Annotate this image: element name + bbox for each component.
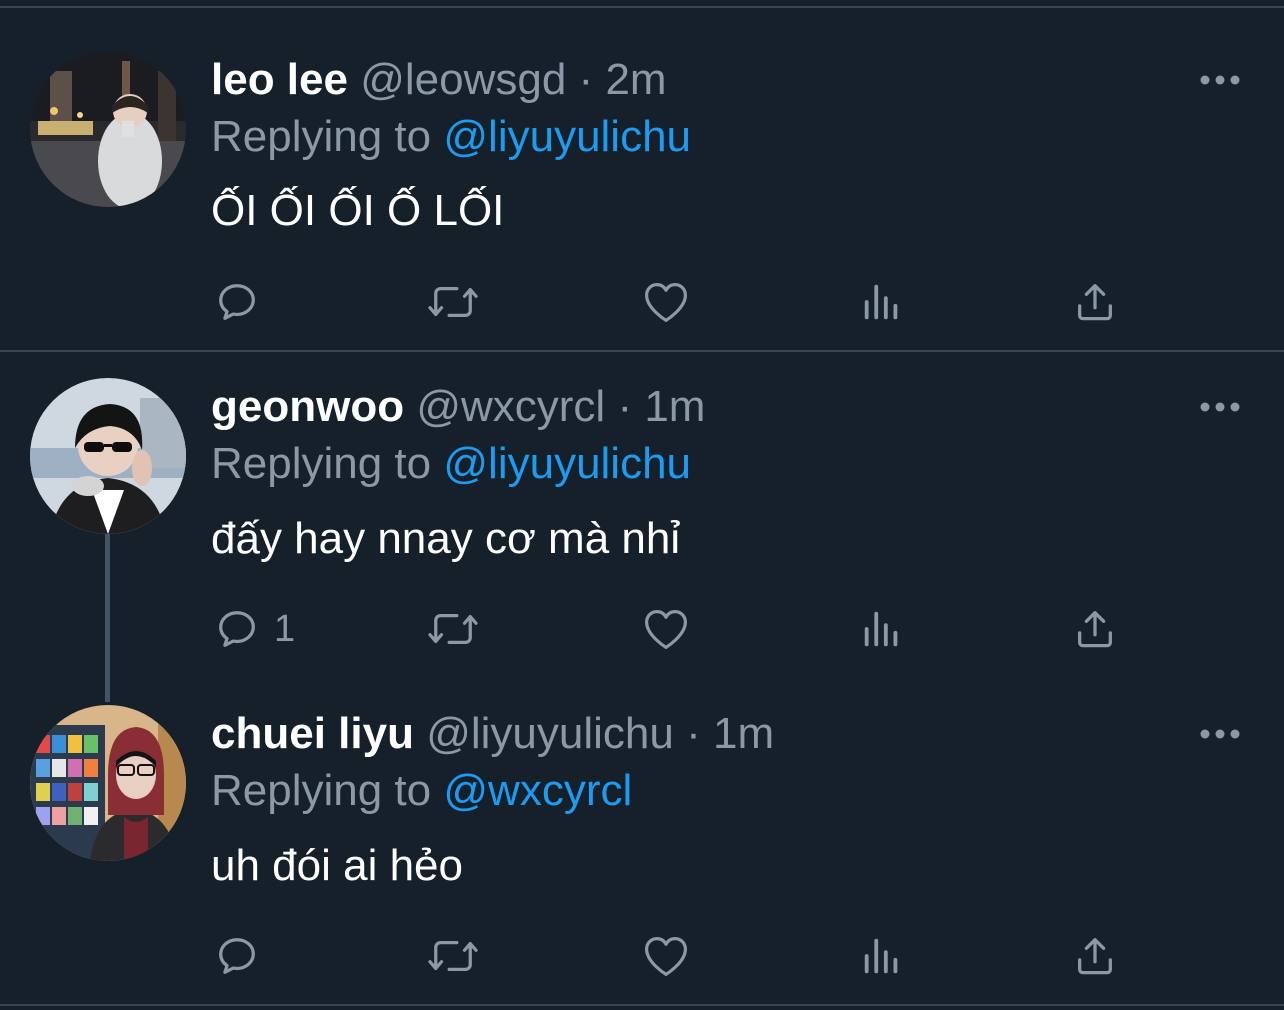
views-icon xyxy=(864,284,898,320)
views-button[interactable] xyxy=(860,604,904,654)
tweet-actions xyxy=(0,277,1284,327)
retweet-icon xyxy=(428,940,478,972)
tweet-geonwoo[interactable]: geonwoo @wxcyrcl · 1m Replying to @liyuy… xyxy=(0,352,1284,679)
reply-count: 1 xyxy=(274,608,296,650)
more-icon[interactable] xyxy=(1198,724,1242,744)
tweet-chuei-liyu[interactable]: chuei liyu @liyuyulichu · 1m Replying to… xyxy=(0,679,1284,1004)
tweet-header: leo lee @leowsgd · 2m xyxy=(211,54,667,106)
tweet-text: ỐI ỐI ỐI Ố LỐI xyxy=(211,186,505,235)
timestamp[interactable]: 1m xyxy=(713,709,774,758)
avatar[interactable] xyxy=(30,705,186,861)
replying-to-line: Replying to @liyuyulichu xyxy=(211,111,691,163)
share-icon xyxy=(1078,938,1112,975)
retweet-icon xyxy=(428,286,478,318)
like-button[interactable] xyxy=(642,277,690,327)
tweet-header: chuei liyu @liyuyulichu · 1m xyxy=(211,708,774,760)
share-button[interactable] xyxy=(1073,604,1117,654)
bottom-divider xyxy=(0,1004,1284,1006)
display-name[interactable]: leo lee xyxy=(211,55,348,104)
views-icon xyxy=(864,938,898,974)
more-icon[interactable] xyxy=(1198,397,1242,417)
reply-button[interactable] xyxy=(214,277,274,327)
replying-to-mention[interactable]: @wxcyrcl xyxy=(443,766,632,815)
user-handle[interactable]: @wxcyrcl xyxy=(416,382,605,431)
tweet-header: geonwoo @wxcyrcl · 1m xyxy=(211,381,705,433)
share-icon xyxy=(1078,284,1112,321)
heart-icon xyxy=(645,610,687,649)
separator-dot: · xyxy=(578,55,594,104)
tweet-actions xyxy=(0,931,1284,981)
share-button[interactable] xyxy=(1073,277,1117,327)
share-icon xyxy=(1078,611,1112,648)
heart-icon xyxy=(645,937,687,976)
tweet-leo-lee[interactable]: leo lee @leowsgd · 2m Replying to @liyuy… xyxy=(0,0,1284,352)
avatar[interactable] xyxy=(30,378,186,534)
retweet-button[interactable] xyxy=(426,931,480,981)
display-name[interactable]: chuei liyu xyxy=(211,709,414,758)
retweet-button[interactable] xyxy=(426,604,480,654)
retweet-icon xyxy=(428,613,478,645)
replying-to-mention[interactable]: @liyuyulichu xyxy=(443,439,691,488)
retweet-button[interactable] xyxy=(426,277,480,327)
user-handle[interactable]: @leowsgd xyxy=(360,55,566,104)
replying-to-line: Replying to @liyuyulichu xyxy=(211,438,691,490)
timestamp[interactable]: 2m xyxy=(605,55,666,104)
reply-button[interactable] xyxy=(214,931,274,981)
replying-to-mention[interactable]: @liyuyulichu xyxy=(443,112,691,161)
like-button[interactable] xyxy=(642,604,690,654)
more-icon[interactable] xyxy=(1198,70,1242,90)
heart-icon xyxy=(645,283,687,322)
replying-to-label: Replying to xyxy=(211,439,432,488)
separator-dot: · xyxy=(686,709,701,758)
tweet-text: uh đói ai hẻo xyxy=(211,841,463,890)
reply-icon xyxy=(219,938,255,974)
tweet-text: đấy hay nnay cơ mà nhỉ xyxy=(211,514,681,563)
views-icon xyxy=(864,611,898,647)
avatar[interactable] xyxy=(30,51,186,207)
reply-button[interactable]: 1 xyxy=(214,604,295,654)
user-handle[interactable]: @liyuyulichu xyxy=(426,709,674,758)
replying-to-line: Replying to @wxcyrcl xyxy=(211,765,632,817)
views-button[interactable] xyxy=(860,277,904,327)
like-button[interactable] xyxy=(642,931,690,981)
separator-dot: · xyxy=(617,382,633,431)
display-name[interactable]: geonwoo xyxy=(211,382,404,431)
views-button[interactable] xyxy=(860,931,904,981)
replying-to-label: Replying to xyxy=(211,766,432,815)
replying-to-label: Replying to xyxy=(211,112,432,161)
tweet-actions: 1 xyxy=(0,604,1284,654)
timestamp[interactable]: 1m xyxy=(644,382,705,431)
share-button[interactable] xyxy=(1073,931,1117,981)
reply-icon xyxy=(219,611,255,647)
reply-icon xyxy=(219,284,255,320)
